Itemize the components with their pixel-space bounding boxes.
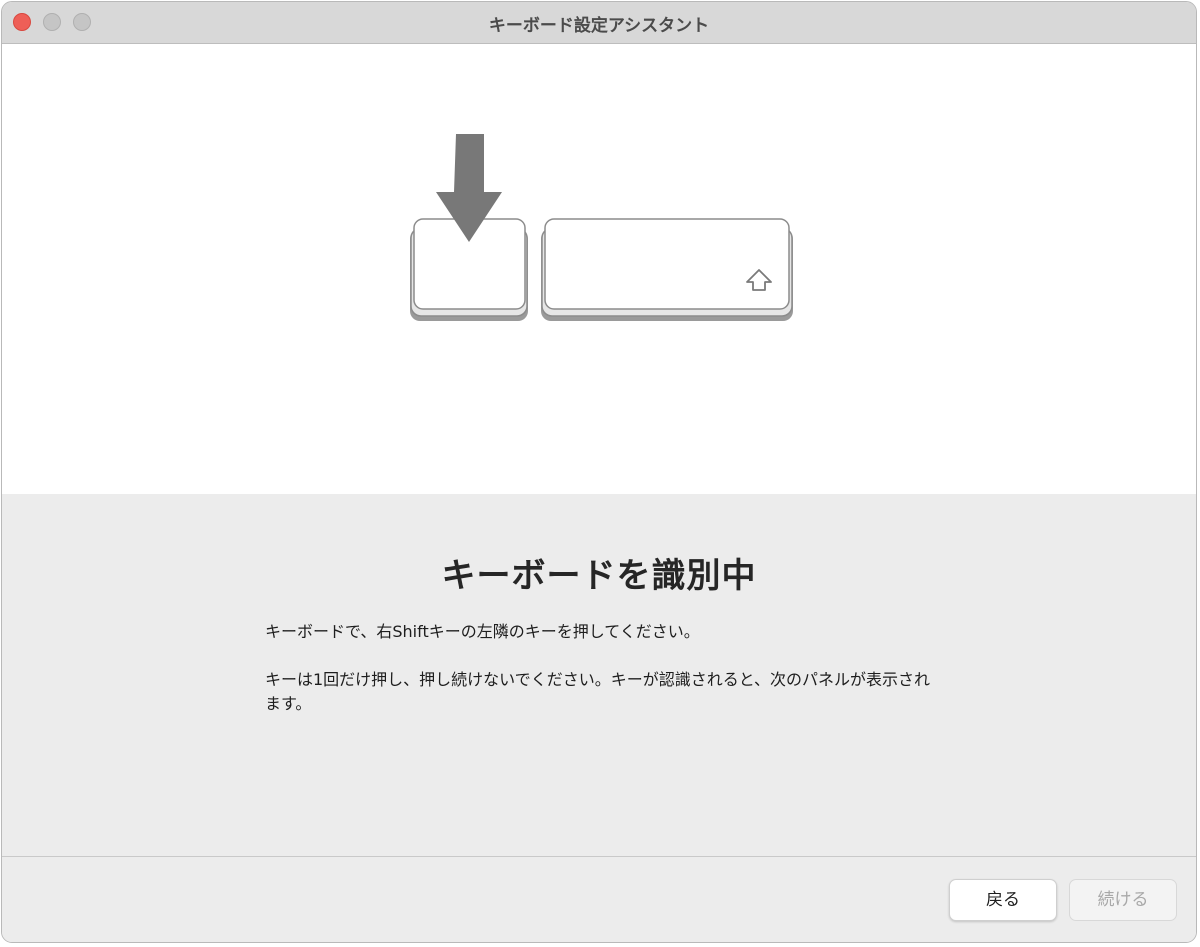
back-button[interactable]: 戻る [949, 879, 1057, 921]
footer-bar: 戻る 続ける [2, 857, 1196, 942]
instruction-panel: キーボードを識別中 キーボードで、右Shiftキーの左隣のキーを押してください。… [2, 494, 1196, 856]
note-text: キーは1回だけ押し、押し続けないでください。キーが認識されると、次のパネルが表示… [265, 670, 931, 713]
shift-key [541, 218, 793, 321]
title-bar[interactable]: キーボード設定アシスタント [2, 2, 1196, 44]
page-title: キーボードを識別中 [441, 556, 757, 596]
window-title: キーボード設定アシスタント [488, 16, 710, 36]
continue-button[interactable]: 続ける [1069, 879, 1177, 921]
keyboard-illustration [2, 44, 1196, 494]
keyboard-setup-window: キーボード設定アシスタント キーボードを識別中 キーボードで、右Shiftキーの [1, 1, 1197, 943]
instruction-text: キーボードで、右Shiftキーの左隣のキーを押してください。 [265, 622, 700, 641]
keys-graphic [410, 134, 793, 321]
